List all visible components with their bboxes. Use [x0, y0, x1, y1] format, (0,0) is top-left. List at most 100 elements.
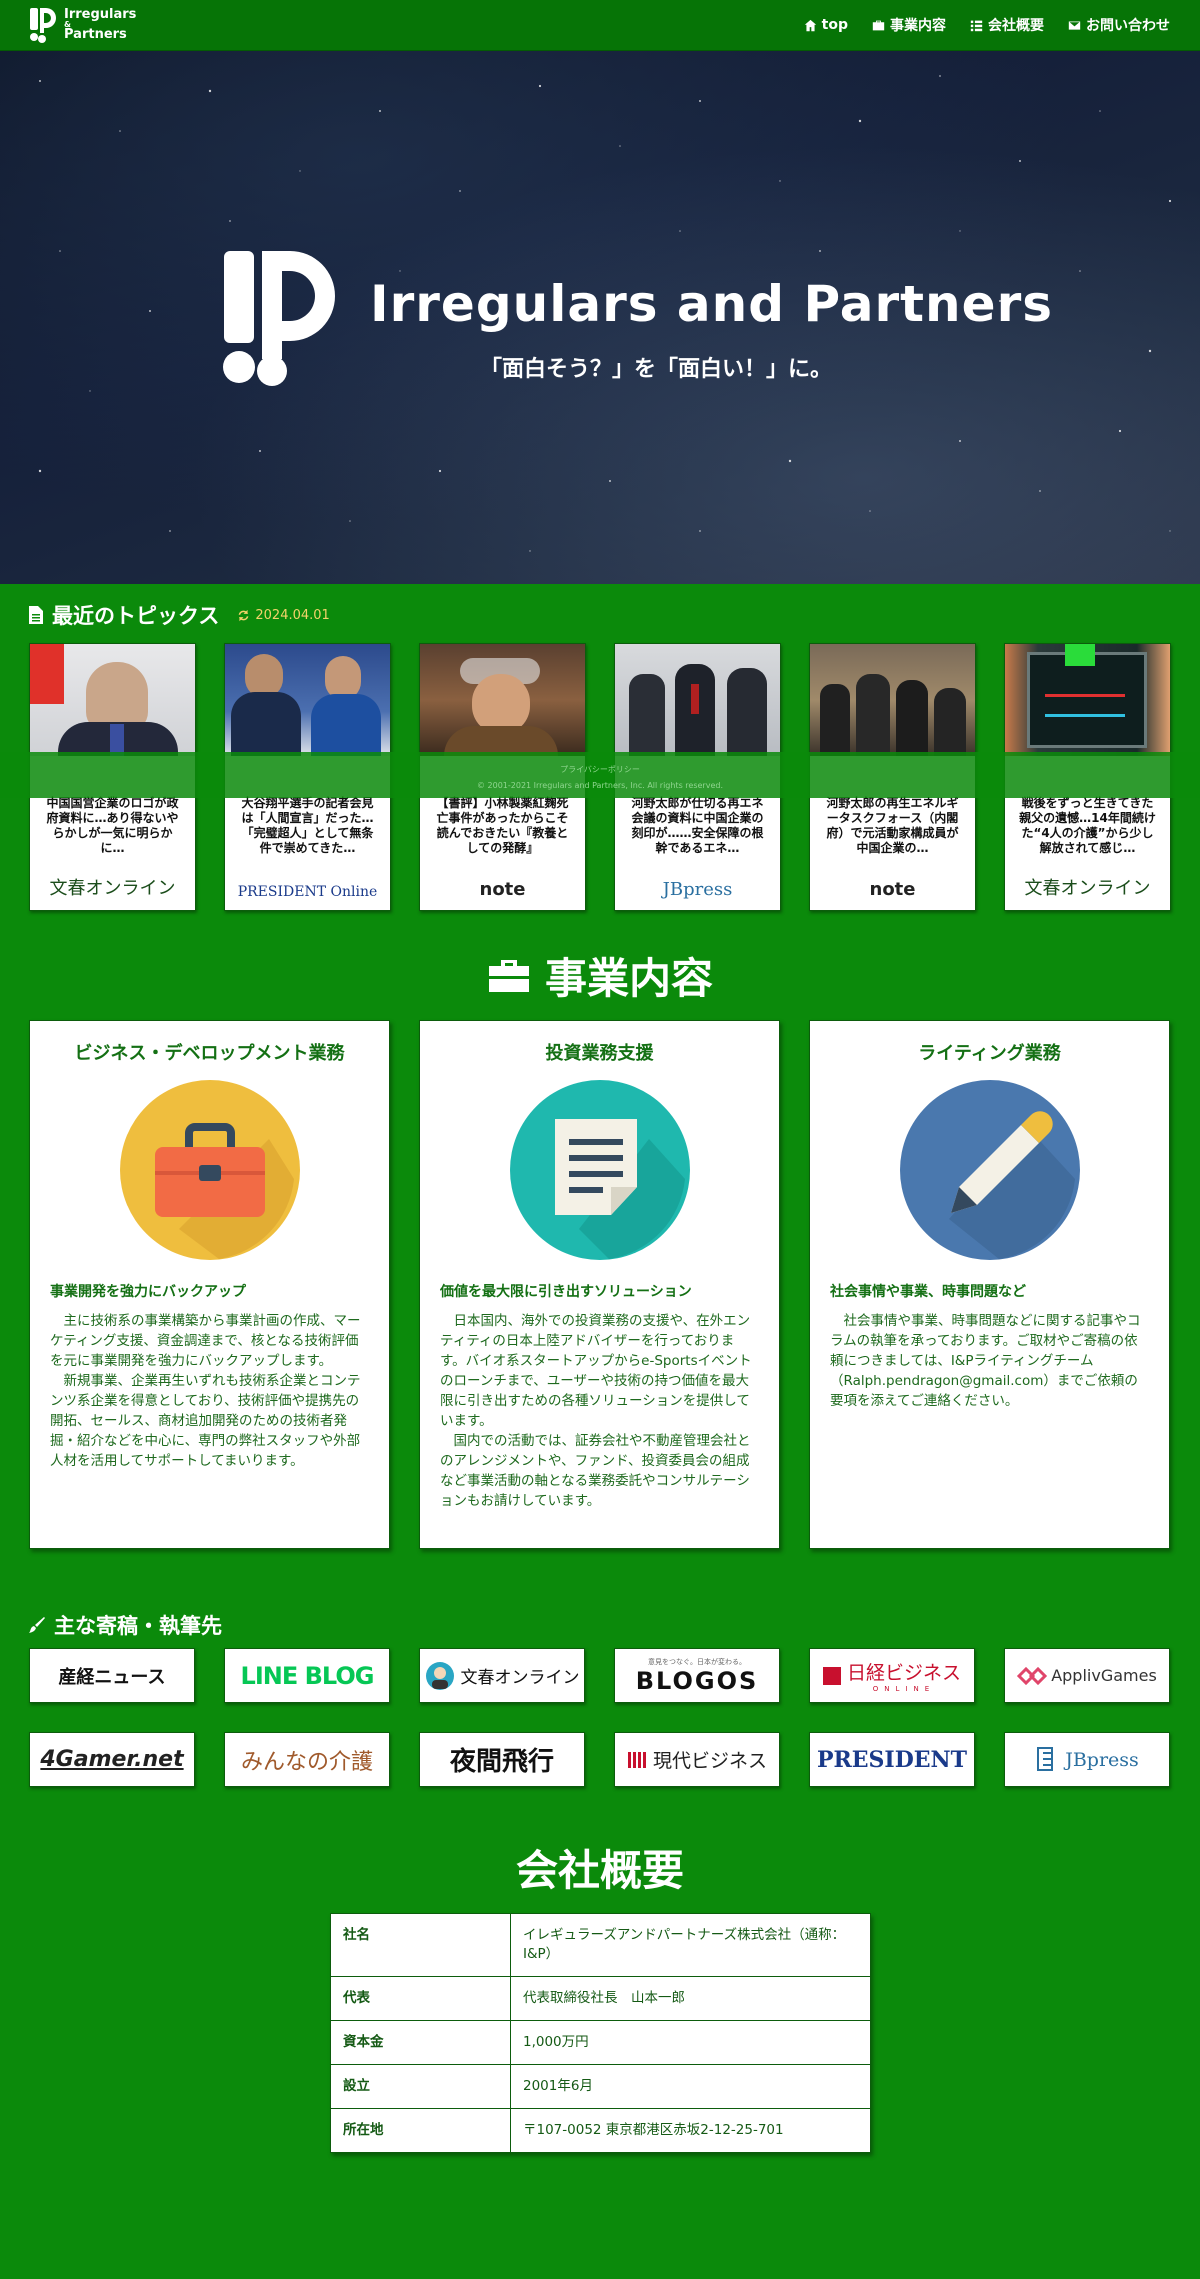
table-value: 2001年6月 [510, 2064, 871, 2109]
business-card-body: 日本国内、海外での投資業務の支援や、在外エンティティの日本上陸アドバイザーを行っ… [440, 1313, 752, 1429]
business-card-title: 投資業務支援 [545, 1043, 654, 1064]
brand-line2: Partners [64, 27, 127, 42]
fixed-footer: プライバシーポリシー © 2001-2021 Irregulars and Pa… [0, 752, 1200, 798]
topic-source: 文春オンライン [1024, 878, 1151, 899]
nav-link-business[interactable]: 事業内容 [872, 15, 946, 35]
nikkei-mark-icon [822, 1666, 841, 1685]
business-card: 投資業務支援 価値を最大限に引き出すソリューション 日本国内、海外での投資業務の… [419, 1020, 780, 1549]
file-icon [29, 606, 43, 624]
privacy-policy-link[interactable]: プライバシーポリシー [0, 762, 1200, 778]
hero-title: Irregulars and Partners [370, 275, 1053, 333]
topic-text: 【書評】小林製薬紅麹死亡事件があったからこそ読んでおきたい『教養としての発酵』 [436, 796, 569, 855]
logo-text: みんなの介護 [240, 1749, 373, 1775]
contrib-title-label: 主な寄稿・執筆先 [54, 1614, 222, 1638]
business-card-title: ライティング業務 [918, 1043, 1061, 1064]
logo-president[interactable]: PRESIDENT [809, 1732, 975, 1787]
business-card-subtitle: 社会事情や事業、時事問題など [830, 1284, 1026, 1300]
logo-sankei[interactable]: 産経ニュース [29, 1648, 195, 1703]
logo-tagline: 意見をつなぐ。日本が変わる。 [648, 1657, 746, 1666]
logo-line-blog[interactable]: LINE BLOG [224, 1648, 390, 1703]
company-section-title: 会社概要 [516, 1837, 684, 1898]
business-card-title: ビジネス・デベロップメント業務 [74, 1043, 345, 1064]
table-row: 資本金 1,000万円 [330, 2020, 871, 2065]
table-value: 〒107-0052 東京都港区赤坂2-12-25-701 [510, 2108, 871, 2153]
company-title-label: 会社概要 [516, 1846, 685, 1895]
table-row: 設立 2001年6月 [330, 2064, 871, 2109]
copyright-text: © 2001-2021 Irregulars and Partners, Inc… [476, 781, 723, 790]
logo-text: 4Gamer.net [40, 1747, 184, 1772]
navbar: Irregulars & Partners top 事業内容 会社概要 お問い合… [0, 0, 1200, 51]
logo-text: LINE BLOG [240, 1661, 375, 1690]
table-row: 代表 代表取締役社長 山本一郎 [330, 1976, 871, 2021]
topic-thumbnail [1005, 644, 1170, 756]
business-card-body: 国内での活動では、証券会社や不動産管理会社とのアレンジメントや、ファンド、投資委… [440, 1433, 751, 1509]
brand-logo-link[interactable]: Irregulars & Partners [28, 6, 136, 44]
briefcase-icon [489, 959, 529, 992]
logo-4gamer[interactable]: 4Gamer.net [29, 1732, 195, 1787]
brand-line1: Irregulars [64, 7, 137, 22]
table-value: 代表取締役社長 山本一郎 [510, 1976, 871, 2021]
business-card-subtitle: 事業開発を強力にバックアップ [50, 1284, 246, 1300]
logo-jbpress[interactable]: JBpress [1004, 1732, 1170, 1787]
nav-link-label: 事業内容 [890, 18, 946, 34]
topic-text: 河野太郎が仕切る再エネ会議の資料に中国企業の刻印が……安全保障の根幹であるエネ… [631, 796, 764, 855]
topic-source: PRESIDENT Online [237, 884, 378, 900]
logo-gendai-business[interactable]: 現代ビジネス [614, 1732, 780, 1787]
envelope-icon [1068, 20, 1081, 30]
logo-text: BLOGOS [635, 1666, 759, 1695]
logo-yakan-hiko[interactable]: 夜間飛行 [419, 1732, 585, 1787]
hero-logo-icon [223, 251, 335, 386]
logo-text: JBpress [1065, 1748, 1139, 1771]
topic-text: 中国国営企業のロゴが政府資料に…あり得ないやらかしが一気に明らかに… [46, 796, 179, 855]
nav-links: top 事業内容 会社概要 お問い合わせ [804, 15, 1170, 35]
contrib-section-title: 主な寄稿・執筆先 [28, 1610, 222, 1640]
hero-subtitle: 「面白そう？」を「面白い！」に。 [480, 357, 833, 382]
business-title-label: 事業内容 [545, 954, 714, 1003]
appliv-mark-icon [1017, 1666, 1048, 1685]
list-icon [970, 20, 983, 31]
topic-thumbnail [810, 644, 975, 756]
table-key: 所在地 [330, 2108, 511, 2153]
topics-header: 最近のトピックス 2024.04.01 [28, 600, 330, 630]
briefcase-icon [872, 20, 885, 30]
business-card-body: 新規事業、企業再生いずれも技術系企業とコンテンツ系企業を得意としており、技術評価… [50, 1373, 361, 1469]
nav-link-company[interactable]: 会社概要 [970, 15, 1044, 35]
logo-text: 文春オンライン [460, 1668, 580, 1688]
logo-appliv-games[interactable]: ApplivGames [1004, 1648, 1170, 1703]
topic-thumbnail [225, 644, 390, 756]
logo-minnano-kaigo[interactable]: みんなの介護 [224, 1732, 390, 1787]
hero-banner: Irregulars and Partners 「面白そう？」を「面白い！」に。 [0, 51, 1200, 584]
table-key: 代表 [330, 1976, 511, 2021]
table-key: 資本金 [330, 2020, 511, 2065]
topic-source: note [479, 879, 526, 900]
table-value: 1,000万円 [510, 2020, 871, 2065]
logo-nikkei-business[interactable]: 日経ビジネス ONLINE [809, 1648, 975, 1703]
nav-link-label: top [821, 17, 848, 33]
nav-link-top[interactable]: top [804, 15, 848, 35]
brand-mark-icon [30, 8, 56, 43]
logo-text: 現代ビジネス [652, 1750, 767, 1772]
topic-source: 文春オンライン [49, 878, 176, 899]
paintbrush-icon [29, 1617, 45, 1633]
business-section-title: 事業内容 [487, 945, 713, 1006]
business-card: ライティング業務 社会事情や事業、時事問題など 社会事情や事業、時事問題などに関… [809, 1020, 1170, 1549]
logo-bunshun[interactable]: 文春オンライン [419, 1648, 585, 1703]
table-value: イレギュラーズアンドパートナーズ株式会社（通称：I&P） [510, 1913, 871, 1977]
topic-thumbnail [615, 644, 780, 756]
logo-text: 日経ビジネス [846, 1662, 961, 1684]
nav-link-label: お問い合わせ [1086, 18, 1170, 34]
refresh-icon [239, 609, 249, 621]
logo-blogos[interactable]: 意見をつなぐ。日本が変わる。 BLOGOS [614, 1648, 780, 1703]
topics-date: 2024.04.01 [237, 607, 330, 623]
business-card: ビジネス・デベロップメント業務 事業開発を強力にバックアップ 主に技術系の事業構… [29, 1020, 390, 1549]
nav-link-contact[interactable]: お問い合わせ [1068, 15, 1170, 35]
nav-link-label: 会社概要 [988, 18, 1044, 34]
topic-text: 戦後をずっと生きてきた親父の遺憾…14年間続けた“4人の介護”から少し解放されて… [1019, 796, 1156, 855]
logo-text: 産経ニュース [58, 1666, 166, 1688]
document-icon [509, 1080, 690, 1260]
topics-date-label: 2024.04.01 [255, 607, 330, 623]
table-row: 所在地 〒107-0052 東京都港区赤坂2-12-25-701 [330, 2108, 871, 2153]
gendai-mark-icon [627, 1751, 646, 1768]
business-card-body: 主に技術系の事業構築から事業計画の作成、マーケティング支援、資金調達まで、核とな… [50, 1313, 361, 1369]
topic-source: JBpress [662, 879, 733, 900]
